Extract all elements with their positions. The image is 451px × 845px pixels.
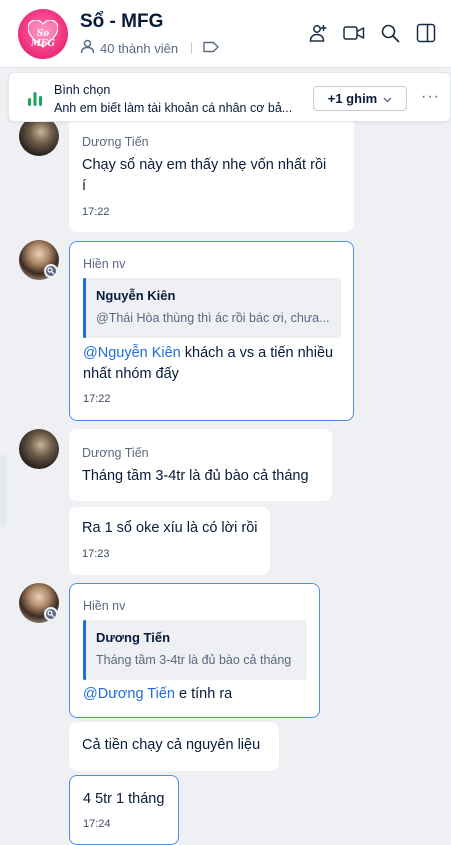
message-bubble[interactable]: Dương Tiến Tháng tầm 3-4tr là đủ bào cả … <box>69 429 332 501</box>
quote-text: @Thái Hòa thùng thì ác rồi bác ơi, chưa.… <box>96 311 330 325</box>
message-bubble[interactable]: 4 5tr 1 tháng 17:24 <box>69 775 179 845</box>
message-text: Cả tiền chạy cả nguyên liệu <box>82 737 261 753</box>
message-bubble[interactable]: Cả tiền chạy cả nguyên liệu <box>69 722 279 771</box>
message-line: í <box>82 178 87 194</box>
more-options-icon[interactable]: ··· <box>421 88 440 106</box>
sender-name[interactable]: Hiền nv <box>83 599 125 613</box>
message-text: 4 5tr 1 tháng <box>83 791 165 807</box>
key-badge-icon <box>44 264 58 278</box>
message-bubble[interactable]: Ra 1 sổ oke xíu là có lời rồi 17:23 <box>69 507 270 575</box>
sender-name[interactable]: Hiền nv <box>83 257 125 271</box>
scroll-marker <box>0 455 6 527</box>
key-badge-icon <box>44 607 58 621</box>
pinned-count-button[interactable]: +1 ghim <box>313 86 407 111</box>
pinned-subtitle: Anh em biết làm tài khoản cá nhân cơ bả.… <box>54 101 293 115</box>
chevron-down-icon <box>383 91 392 106</box>
quote-text: Tháng tầm 3-4tr là đủ bào cả tháng <box>96 653 292 667</box>
mention-link[interactable]: @Nguyễn Kiên <box>83 345 181 361</box>
pinned-count-label: +1 ghim <box>327 91 378 106</box>
message-bubble[interactable]: Hiền nv Nguyễn Kiên @Thái Hòa thùng thì … <box>69 241 354 421</box>
message-text: @Dương Tiến e tính ra <box>83 684 232 705</box>
avatar[interactable] <box>19 116 59 156</box>
member-count-label: 40 thành viên <box>100 40 179 56</box>
message-line: e tính ra <box>174 686 233 702</box>
message-bubble[interactable]: Dương Tiến Chạy sổ này em thấy nhẹ vốn n… <box>69 108 354 232</box>
heart-logo-icon: So MFG <box>27 19 59 49</box>
group-avatar[interactable]: So MFG <box>18 9 68 59</box>
tag-icon[interactable] <box>203 41 219 56</box>
mention-link[interactable]: @Dương Tiến <box>83 686 175 702</box>
message-time: 17:22 <box>83 393 111 405</box>
sidebar-toggle-icon[interactable] <box>415 22 437 44</box>
divider <box>191 42 193 54</box>
group-title[interactable]: Sổ - MFG <box>80 11 163 33</box>
group-avatar-logo-text: So MFG <box>30 29 56 49</box>
quote-sender: Nguyễn Kiên <box>96 288 176 303</box>
avatar[interactable] <box>19 429 59 469</box>
poll-icon <box>27 89 43 112</box>
search-icon[interactable] <box>379 22 401 44</box>
message-bubble[interactable]: Hiền nv Dương Tiến Tháng tầm 3-4tr là đủ… <box>69 583 320 718</box>
pinned-message-bar[interactable]: Bình chọn Anh em biết làm tài khoản cá n… <box>8 72 451 122</box>
sender-name[interactable]: Dương Tiến <box>82 135 149 149</box>
message-text: Ra 1 sổ oke xíu là có lời rồi <box>82 520 258 536</box>
quote-sender: Dương Tiến <box>96 630 171 645</box>
reply-quote[interactable]: Dương Tiến Tháng tầm 3-4tr là đủ bào cả … <box>83 620 307 680</box>
sender-name[interactable]: Dương Tiến <box>82 446 149 460</box>
add-member-icon[interactable] <box>307 22 329 44</box>
chat-header: So MFG Sổ - MFG 40 thành viên <box>0 0 451 68</box>
message-text: Chạy sổ này em thấy nhẹ vốn nhất rồi í <box>82 155 344 197</box>
message-time: 17:24 <box>83 818 111 830</box>
reply-quote[interactable]: Nguyễn Kiên @Thái Hòa thùng thì ác rồi b… <box>83 278 341 338</box>
member-count[interactable]: 40 thành viên <box>80 39 219 57</box>
video-call-icon[interactable] <box>343 22 365 44</box>
message-line: khách a vs a tiến nhiều <box>180 345 334 361</box>
message-time: 17:23 <box>82 548 110 560</box>
pinned-title: Bình chọn <box>54 83 111 97</box>
message-time: 17:22 <box>82 206 110 218</box>
message-line: Chạy sổ này em thấy nhẹ vốn nhất rồi <box>82 157 327 173</box>
message-line: nhất nhóm đấy <box>83 366 179 382</box>
user-icon <box>80 39 95 57</box>
message-text: @Nguyễn Kiên khách a vs a tiến nhiều nhấ… <box>83 343 345 385</box>
message-text: Tháng tầm 3-4tr là đủ bào cả tháng <box>82 468 309 484</box>
